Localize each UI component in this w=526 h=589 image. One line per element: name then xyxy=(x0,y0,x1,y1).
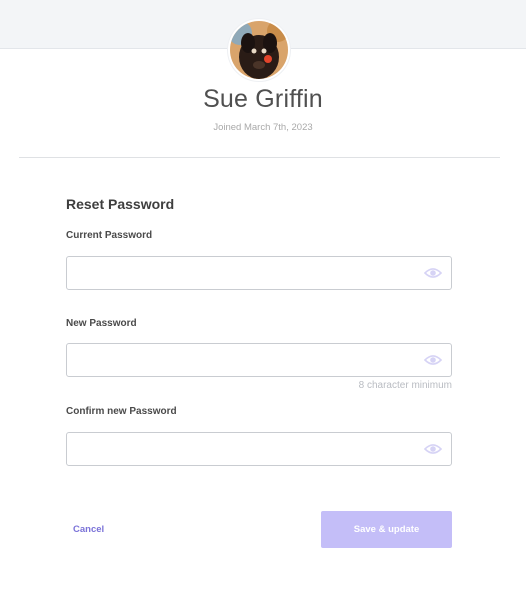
confirm-password-field[interactable] xyxy=(66,432,452,466)
cancel-button[interactable]: Cancel xyxy=(73,524,104,535)
eye-icon[interactable] xyxy=(423,442,443,456)
eye-icon[interactable] xyxy=(423,266,443,280)
password-hint: 8 character minimum xyxy=(358,380,452,391)
current-password-input[interactable] xyxy=(67,257,427,287)
new-password-input[interactable] xyxy=(67,344,427,374)
new-password-label: New Password xyxy=(66,318,137,329)
avatar-image xyxy=(230,21,288,79)
save-update-button[interactable]: Save & update xyxy=(321,511,452,548)
divider xyxy=(19,157,500,158)
reset-password-title: Reset Password xyxy=(66,196,175,212)
current-password-field[interactable] xyxy=(66,256,452,290)
eye-icon[interactable] xyxy=(423,353,443,367)
confirm-password-input[interactable] xyxy=(67,433,427,463)
joined-date: Joined March 7th, 2023 xyxy=(213,122,313,133)
avatar xyxy=(228,19,290,81)
profile-name: Sue Griffin xyxy=(203,85,323,113)
current-password-label: Current Password xyxy=(66,230,153,241)
confirm-password-label: Confirm new Password xyxy=(66,406,177,417)
new-password-field[interactable] xyxy=(66,343,452,377)
